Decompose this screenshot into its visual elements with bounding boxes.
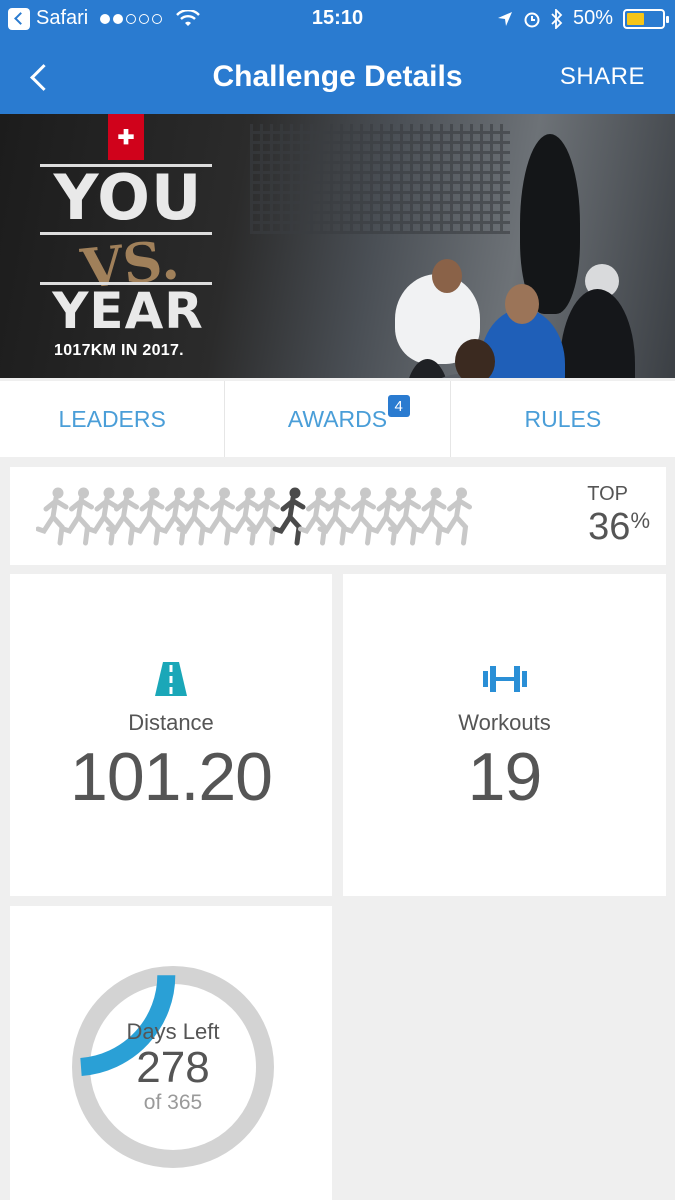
- percentile-label: TOP: [587, 483, 628, 505]
- days-total: of 365: [143, 1091, 203, 1114]
- status-bar: Safari 15:10 50%: [0, 0, 675, 40]
- percentile-unit: %: [630, 508, 650, 533]
- share-button[interactable]: SHARE: [560, 63, 645, 91]
- days-left-value: 278: [136, 1043, 210, 1092]
- runner-silhouette: [61, 487, 94, 546]
- alarm-icon: [524, 12, 540, 27]
- distance-label: Distance: [128, 710, 214, 735]
- nav-bar: Challenge Details SHARE: [0, 40, 675, 114]
- battery-icon: [623, 8, 669, 29]
- percentile-rank: TOP 36%: [587, 483, 650, 549]
- runner-silhouette: [202, 487, 235, 546]
- distance-card[interactable]: Distance 101.20: [10, 574, 332, 896]
- tab-label: RULES: [524, 405, 602, 432]
- workouts-card[interactable]: Workouts 19: [343, 574, 666, 896]
- challenge-banner-image: ✚ YOU VS. YEAR 1017KM IN 2017.: [0, 114, 675, 378]
- days-left-label: Days Left: [126, 1019, 220, 1044]
- tab-leaders[interactable]: LEADERS: [0, 381, 224, 457]
- distance-value: 101.20: [70, 739, 273, 815]
- location-arrow-icon: [497, 11, 512, 26]
- dumbbell-icon: [482, 666, 527, 692]
- banner-caption: 1017KM IN 2017.: [54, 342, 184, 359]
- days-left-card[interactable]: Days Left 278 of 365: [10, 906, 332, 1200]
- runner-silhouette: [157, 487, 190, 546]
- tab-rules[interactable]: RULES: [449, 381, 675, 457]
- runner-silhouette: [368, 487, 402, 546]
- awards-count-badge: 4: [387, 395, 410, 417]
- runner-silhouette: [439, 487, 472, 546]
- tab-awards[interactable]: AWARDS 4: [224, 381, 449, 457]
- runner-crowd-icon: [36, 487, 472, 546]
- workouts-label: Workouts: [458, 710, 551, 735]
- runner-silhouette: [131, 487, 165, 546]
- runner-silhouette: [272, 487, 306, 546]
- runner-silhouette: [413, 487, 447, 546]
- runner-silhouette: [343, 487, 376, 546]
- percentile-card: TOP 36%: [10, 467, 666, 565]
- road-icon: [155, 662, 187, 696]
- runner-silhouette: [227, 487, 261, 546]
- banner-headline-top: YOU: [53, 161, 203, 234]
- bluetooth-icon: [551, 8, 563, 29]
- runner-silhouette: [86, 487, 120, 546]
- fence-background: [250, 124, 510, 234]
- challenge-tabs: LEADERS AWARDS 4 RULES: [0, 381, 675, 457]
- workouts-value: 19: [467, 739, 543, 815]
- banner-headline-bottom: YEAR: [52, 282, 204, 340]
- tab-label: LEADERS: [58, 405, 166, 432]
- percentile-value: 36: [588, 506, 631, 548]
- tab-label: AWARDS: [287, 405, 388, 432]
- battery-percent: 50%: [572, 7, 613, 29]
- runner-silhouette: [298, 487, 331, 546]
- brand-logo: ✚: [108, 114, 144, 160]
- runner-silhouette: [36, 487, 69, 546]
